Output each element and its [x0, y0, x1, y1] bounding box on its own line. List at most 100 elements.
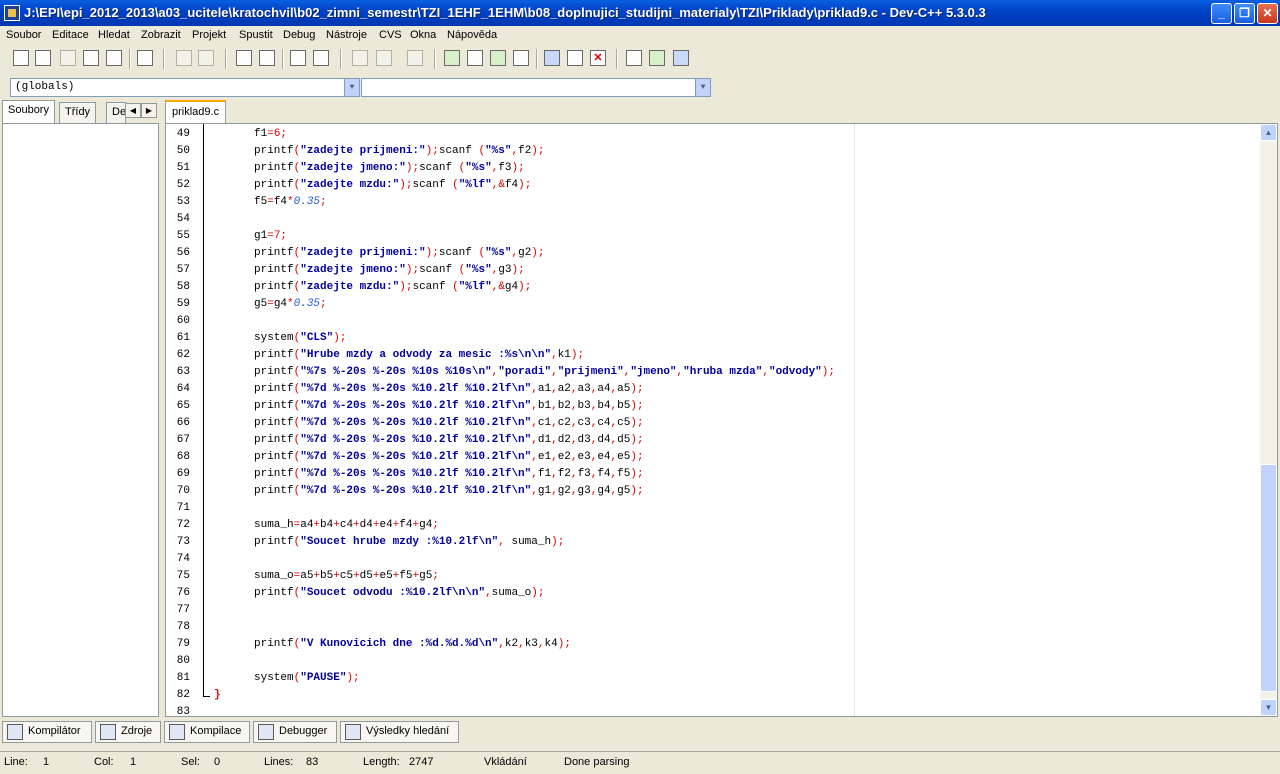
code-line[interactable]: printf("%7d %-20s %-20s %10.2lf %10.2lf\… [254, 466, 644, 483]
tab-zdroje[interactable]: Zdroje [95, 721, 161, 743]
run-icon[interactable] [467, 50, 483, 66]
redo-icon[interactable] [198, 50, 214, 66]
menu-zobrazit[interactable]: Zobrazit [141, 29, 181, 41]
devcpp-app-icon[interactable] [4, 5, 20, 21]
menu-hledat[interactable]: Hledat [98, 29, 130, 41]
code-line[interactable]: printf("%7d %-20s %-20s %10.2lf %10.2lf\… [254, 449, 644, 466]
compile-icon[interactable] [444, 50, 460, 66]
class-icon[interactable] [626, 50, 642, 66]
remove-icon[interactable] [673, 50, 689, 66]
undo-icon[interactable] [176, 50, 192, 66]
maximize-button[interactable]: ❐ [1234, 3, 1255, 24]
tab-kompilator-label: Kompilátor [28, 725, 81, 737]
syntax-check-icon[interactable] [544, 50, 560, 66]
toggle-bookmark-icon[interactable] [313, 50, 329, 66]
tab-tridy[interactable]: Třídy [59, 102, 97, 123]
save-all-icon[interactable] [83, 50, 99, 66]
menu-editace[interactable]: Editace [52, 29, 89, 41]
find-icon[interactable] [236, 50, 252, 66]
tab-kompilator[interactable]: Kompilátor [2, 721, 92, 743]
file-tree[interactable] [2, 123, 159, 717]
status-length-label: Length: [363, 756, 400, 768]
code-line[interactable]: printf("zadejte mzdu:");scanf ("%lf",&f4… [254, 177, 531, 194]
line-number: 70 [176, 485, 190, 497]
rebuild-icon[interactable] [513, 50, 529, 66]
scroll-down-button[interactable]: ▼ [1260, 699, 1277, 716]
code-line[interactable]: printf("zadejte prijmeni:");scanf ("%s",… [254, 143, 545, 160]
new-file-icon[interactable] [13, 50, 29, 66]
code-line[interactable]: suma_h=a4+b4+c4+d4+e4+f4+g4; [254, 517, 439, 534]
code-line[interactable]: system("CLS"); [254, 330, 346, 347]
code-line[interactable]: printf("zadejte prijmeni:");scanf ("%s",… [254, 245, 545, 262]
toolbar-separator [536, 49, 538, 69]
editor-tab-priklad9[interactable]: priklad9.c [165, 100, 227, 123]
code-line[interactable]: suma_o=a5+b5+c5+d5+e5+f5+g5; [254, 568, 439, 585]
code-line[interactable]: system("PAUSE"); [254, 670, 360, 687]
tab-kompilace-label: Kompilace [190, 725, 242, 737]
tab-debug[interactable]: De [106, 102, 126, 123]
scroll-up-button[interactable]: ▲ [1260, 124, 1277, 141]
comment-icon[interactable] [407, 50, 423, 66]
code-line[interactable]: printf("V Kunovicich dne :%d.%d.%d\n",k2… [254, 636, 571, 653]
code-editor[interactable]: 49 50 51 52 53 54 55 56 57 58 59 60 61 62 63 64 65 66 67 68… [165, 123, 1278, 717]
stop-icon[interactable]: ✕ [590, 50, 606, 66]
menu-okna[interactable]: Okna [410, 29, 436, 41]
replace-icon[interactable] [259, 50, 275, 66]
code-line[interactable]: printf("zadejte jmeno:");scanf ("%s",f3)… [254, 160, 525, 177]
line-number: 69 [176, 468, 190, 480]
chevron-down-icon[interactable]: ▼ [695, 79, 710, 96]
code-line[interactable]: } [214, 687, 221, 704]
line-number: 50 [176, 145, 190, 157]
code-line[interactable]: g5=g4*0.35; [254, 296, 327, 313]
add-to-project-icon[interactable] [649, 50, 665, 66]
close-file-icon[interactable] [106, 50, 122, 66]
goto-icon[interactable] [290, 50, 306, 66]
menu-napoveda[interactable]: Nápověda [447, 29, 497, 41]
tab-scroll-arrows: ◀ ▶ [125, 103, 159, 118]
code-line[interactable]: printf("zadejte mzdu:");scanf ("%lf",&g4… [254, 279, 531, 296]
indent-icon[interactable] [352, 50, 368, 66]
chevron-right-icon[interactable]: ▶ [141, 103, 157, 118]
line-number: 60 [176, 315, 190, 327]
menu-projekt[interactable]: Projekt [192, 29, 226, 41]
tab-kompilace[interactable]: Kompilace [164, 721, 250, 743]
compile-run-icon[interactable] [490, 50, 506, 66]
code-line[interactable]: printf("Soucet odvodu :%10.2lf\n\n",suma… [254, 585, 545, 602]
code-line[interactable]: g1=7; [254, 228, 287, 245]
right-margin-line [854, 124, 855, 716]
print-icon[interactable] [137, 50, 153, 66]
line-number: 59 [176, 298, 190, 310]
open-file-icon[interactable] [35, 50, 51, 66]
minimize-button[interactable]: _ [1211, 3, 1232, 24]
menu-spustit[interactable]: Spustit [239, 29, 273, 41]
search-results-icon [345, 724, 361, 740]
tab-debugger[interactable]: Debugger [253, 721, 337, 743]
scroll-thumb[interactable] [1260, 464, 1277, 692]
members-combo[interactable]: ▼ [361, 78, 711, 97]
close-button[interactable]: ✕ [1257, 3, 1278, 24]
code-line[interactable]: printf("%7d %-20s %-20s %10.2lf %10.2lf\… [254, 432, 644, 449]
code-line[interactable]: printf("%7d %-20s %-20s %10.2lf %10.2lf\… [254, 483, 644, 500]
menu-soubor[interactable]: Soubor [6, 29, 41, 41]
code-line[interactable]: printf("zadejte jmeno:");scanf ("%s",g3)… [254, 262, 525, 279]
menu-nastroje[interactable]: Nástroje [326, 29, 367, 41]
code-line[interactable]: printf("%7d %-20s %-20s %10.2lf %10.2lf\… [254, 381, 644, 398]
tab-soubory[interactable]: Soubory [2, 100, 55, 124]
code-line[interactable]: printf("%7d %-20s %-20s %10.2lf %10.2lf\… [254, 415, 644, 432]
vertical-scrollbar[interactable]: ▲ ▼ [1260, 124, 1277, 716]
menu-cvs[interactable]: CVS [379, 29, 402, 41]
menu-debug[interactable]: Debug [283, 29, 315, 41]
code-line[interactable]: printf("Soucet hrube mzdy :%10.2lf\n", s… [254, 534, 564, 551]
globals-combo[interactable]: (globals) ▼ [10, 78, 360, 97]
code-line[interactable]: f1=6; [254, 126, 287, 143]
unindent-icon[interactable] [376, 50, 392, 66]
chevron-left-icon[interactable]: ◀ [125, 103, 141, 118]
save-icon[interactable] [60, 50, 76, 66]
code-line[interactable]: printf("%7s %-20s %-20s %10s %10s\n","po… [254, 364, 835, 381]
tab-vysledky-hledani[interactable]: Výsledky hledání [340, 721, 459, 743]
code-line[interactable]: f5=f4*0.35; [254, 194, 327, 211]
code-line[interactable]: printf("Hrube mzdy a odvody za mesic :%s… [254, 347, 584, 364]
code-line[interactable]: printf("%7d %-20s %-20s %10.2lf %10.2lf\… [254, 398, 644, 415]
chart-icon[interactable] [567, 50, 583, 66]
chevron-down-icon[interactable]: ▼ [344, 79, 359, 96]
